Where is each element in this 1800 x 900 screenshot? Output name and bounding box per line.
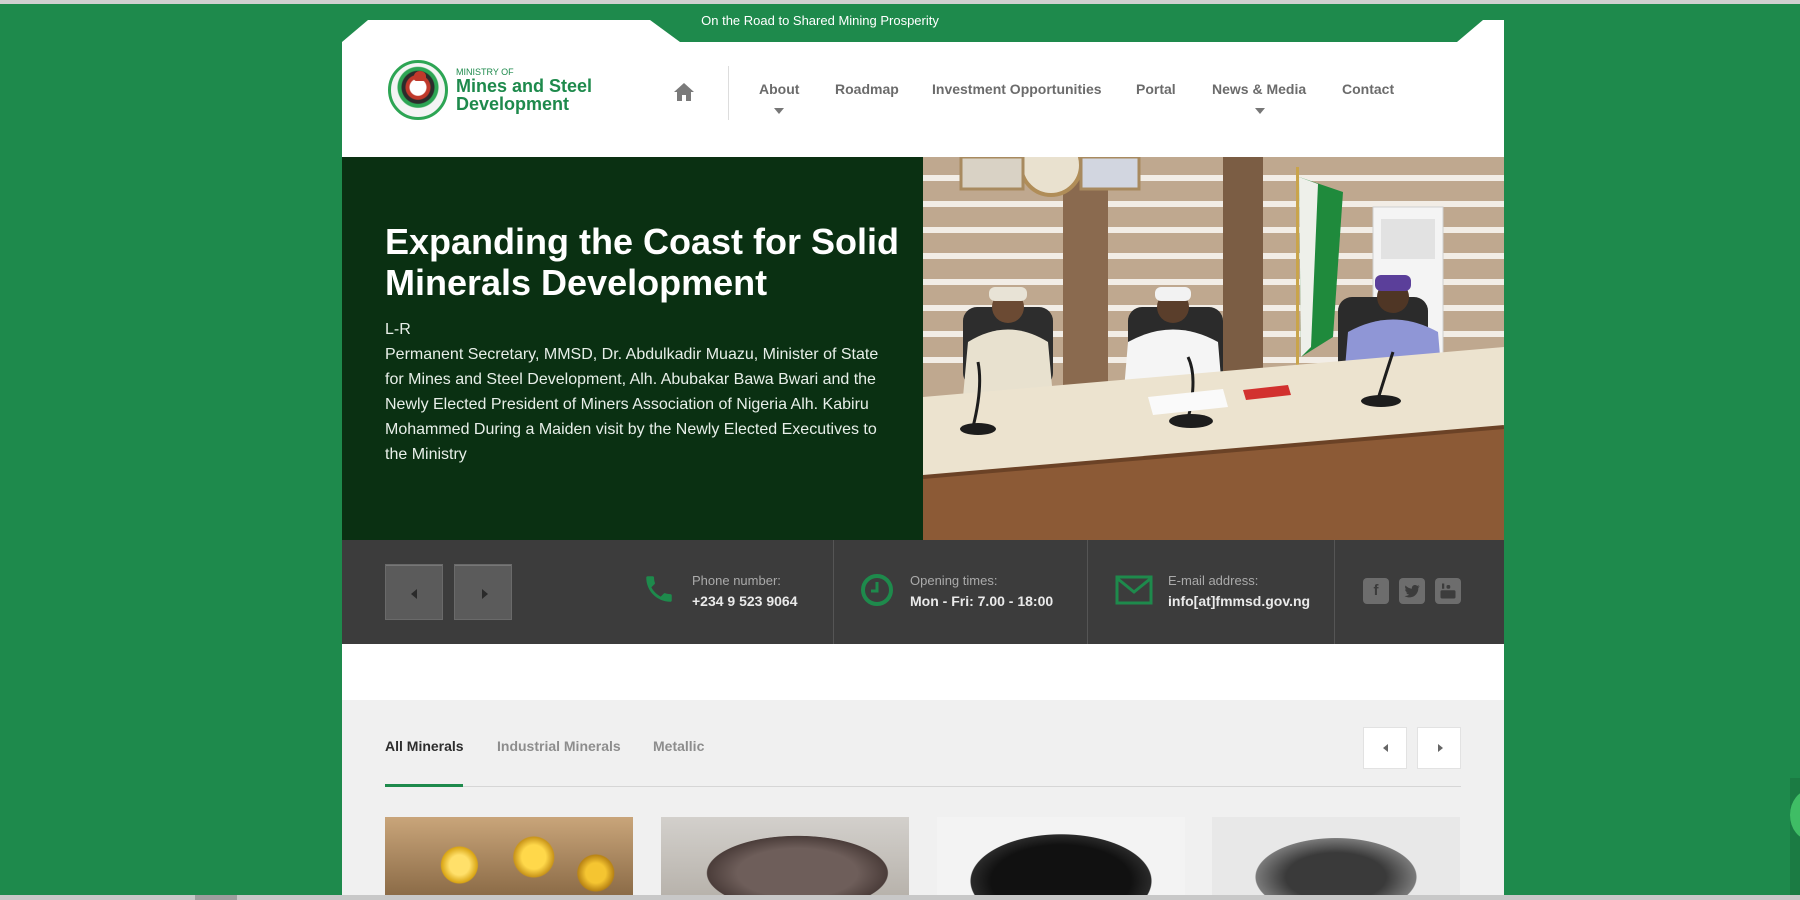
hours-label: Opening times: (910, 573, 998, 588)
tab-divider (385, 786, 1461, 787)
chevron-right-icon (482, 589, 488, 599)
home-icon[interactable] (672, 80, 696, 104)
nav-divider (728, 66, 729, 120)
chevron-left-icon (1383, 744, 1388, 752)
info-divider (833, 540, 834, 644)
facebook-icon[interactable]: f (1363, 578, 1389, 604)
phone-label: Phone number: (692, 573, 781, 588)
nav-item-about[interactable]: About (759, 81, 799, 97)
minerals-prev-button[interactable] (1363, 727, 1407, 769)
slider-prev-button[interactable] (385, 564, 443, 620)
mineral-card-gold[interactable] (385, 817, 633, 895)
tab-metallic[interactable]: Metallic (653, 738, 704, 754)
horizontal-scrollbar[interactable] (0, 895, 1800, 900)
clock-icon (860, 573, 894, 612)
minerals-section: All Minerals Industrial Minerals Metalli… (342, 700, 1504, 895)
nav-item-roadmap[interactable]: Roadmap (835, 81, 899, 97)
phone-icon (642, 572, 676, 611)
twitter-icon[interactable] (1399, 578, 1425, 604)
spacer (342, 644, 1504, 700)
envelope-icon (1115, 575, 1153, 610)
info-divider (1334, 540, 1335, 644)
hero-caption: L-R Permanent Secretary, MMSD, Dr. Abdul… (385, 321, 879, 463)
hours-value: Mon - Fri: 7.00 - 18:00 (910, 593, 1054, 609)
hero-photo (923, 157, 1504, 540)
slider-next-button[interactable] (454, 564, 512, 620)
site-header: MINISTRY OF Mines and Steel Development … (342, 42, 1504, 157)
nav-item-portal[interactable]: Portal (1136, 81, 1176, 97)
info-divider (1087, 540, 1088, 644)
logo-line-2: Mines and Steel (456, 76, 593, 96)
nav-item-news-media[interactable]: News & Media (1212, 81, 1306, 97)
chevron-down-icon[interactable] (1255, 108, 1265, 114)
mineral-card-coal[interactable] (937, 817, 1185, 895)
tab-industrial-minerals[interactable]: Industrial Minerals (497, 738, 621, 754)
phone-info: Phone number: +234 9 523 9064 (642, 540, 832, 644)
email-info: E-mail address: info[at]fmmsd.gov.ng (1115, 540, 1335, 644)
hero-title: Expanding the Coast for Solid Minerals D… (385, 221, 900, 303)
tab-all-minerals[interactable]: All Minerals (385, 738, 464, 754)
email-label: E-mail address: (1168, 573, 1259, 588)
chevron-right-icon (1438, 744, 1443, 752)
youtube-icon[interactable] (1435, 578, 1461, 604)
mineral-card-iron-ore[interactable] (661, 817, 909, 895)
chevron-down-icon[interactable] (774, 108, 784, 114)
phone-value[interactable]: +234 9 523 9064 (692, 593, 798, 609)
tagline-corner-right (1457, 20, 1504, 42)
page-container: On the Road to Shared Mining Prosperity … (342, 4, 1504, 895)
mineral-card-metal-ore[interactable] (1212, 817, 1460, 895)
nav-item-contact[interactable]: Contact (1342, 81, 1394, 97)
minerals-next-button[interactable] (1417, 727, 1461, 769)
hero-text-panel: Expanding the Coast for Solid Minerals D… (342, 157, 923, 540)
tagline-corner-left (342, 20, 680, 42)
ministry-logo[interactable]: MINISTRY OF Mines and Steel Development (388, 60, 592, 120)
logo-text: MINISTRY OF Mines and Steel Development (456, 67, 592, 113)
chevron-left-icon (411, 589, 417, 599)
hero-slider: Expanding the Coast for Solid Minerals D… (342, 157, 1504, 540)
tagline-text: On the Road to Shared Mining Prosperity (701, 13, 939, 28)
hours-info: Opening times: Mon - Fri: 7.00 - 18:00 (860, 540, 1080, 644)
info-bar: Phone number: +234 9 523 9064 Opening ti… (342, 540, 1504, 644)
email-value[interactable]: info[at]fmmsd.gov.ng (1168, 593, 1310, 609)
tagline-strip: On the Road to Shared Mining Prosperity (342, 4, 1504, 42)
logo-line-3: Development (456, 94, 570, 114)
active-tab-indicator (385, 784, 463, 787)
coat-of-arms-icon (388, 60, 448, 120)
nav-item-investment[interactable]: Investment Opportunities (932, 81, 1102, 97)
scrollbar-thumb[interactable] (195, 895, 237, 900)
